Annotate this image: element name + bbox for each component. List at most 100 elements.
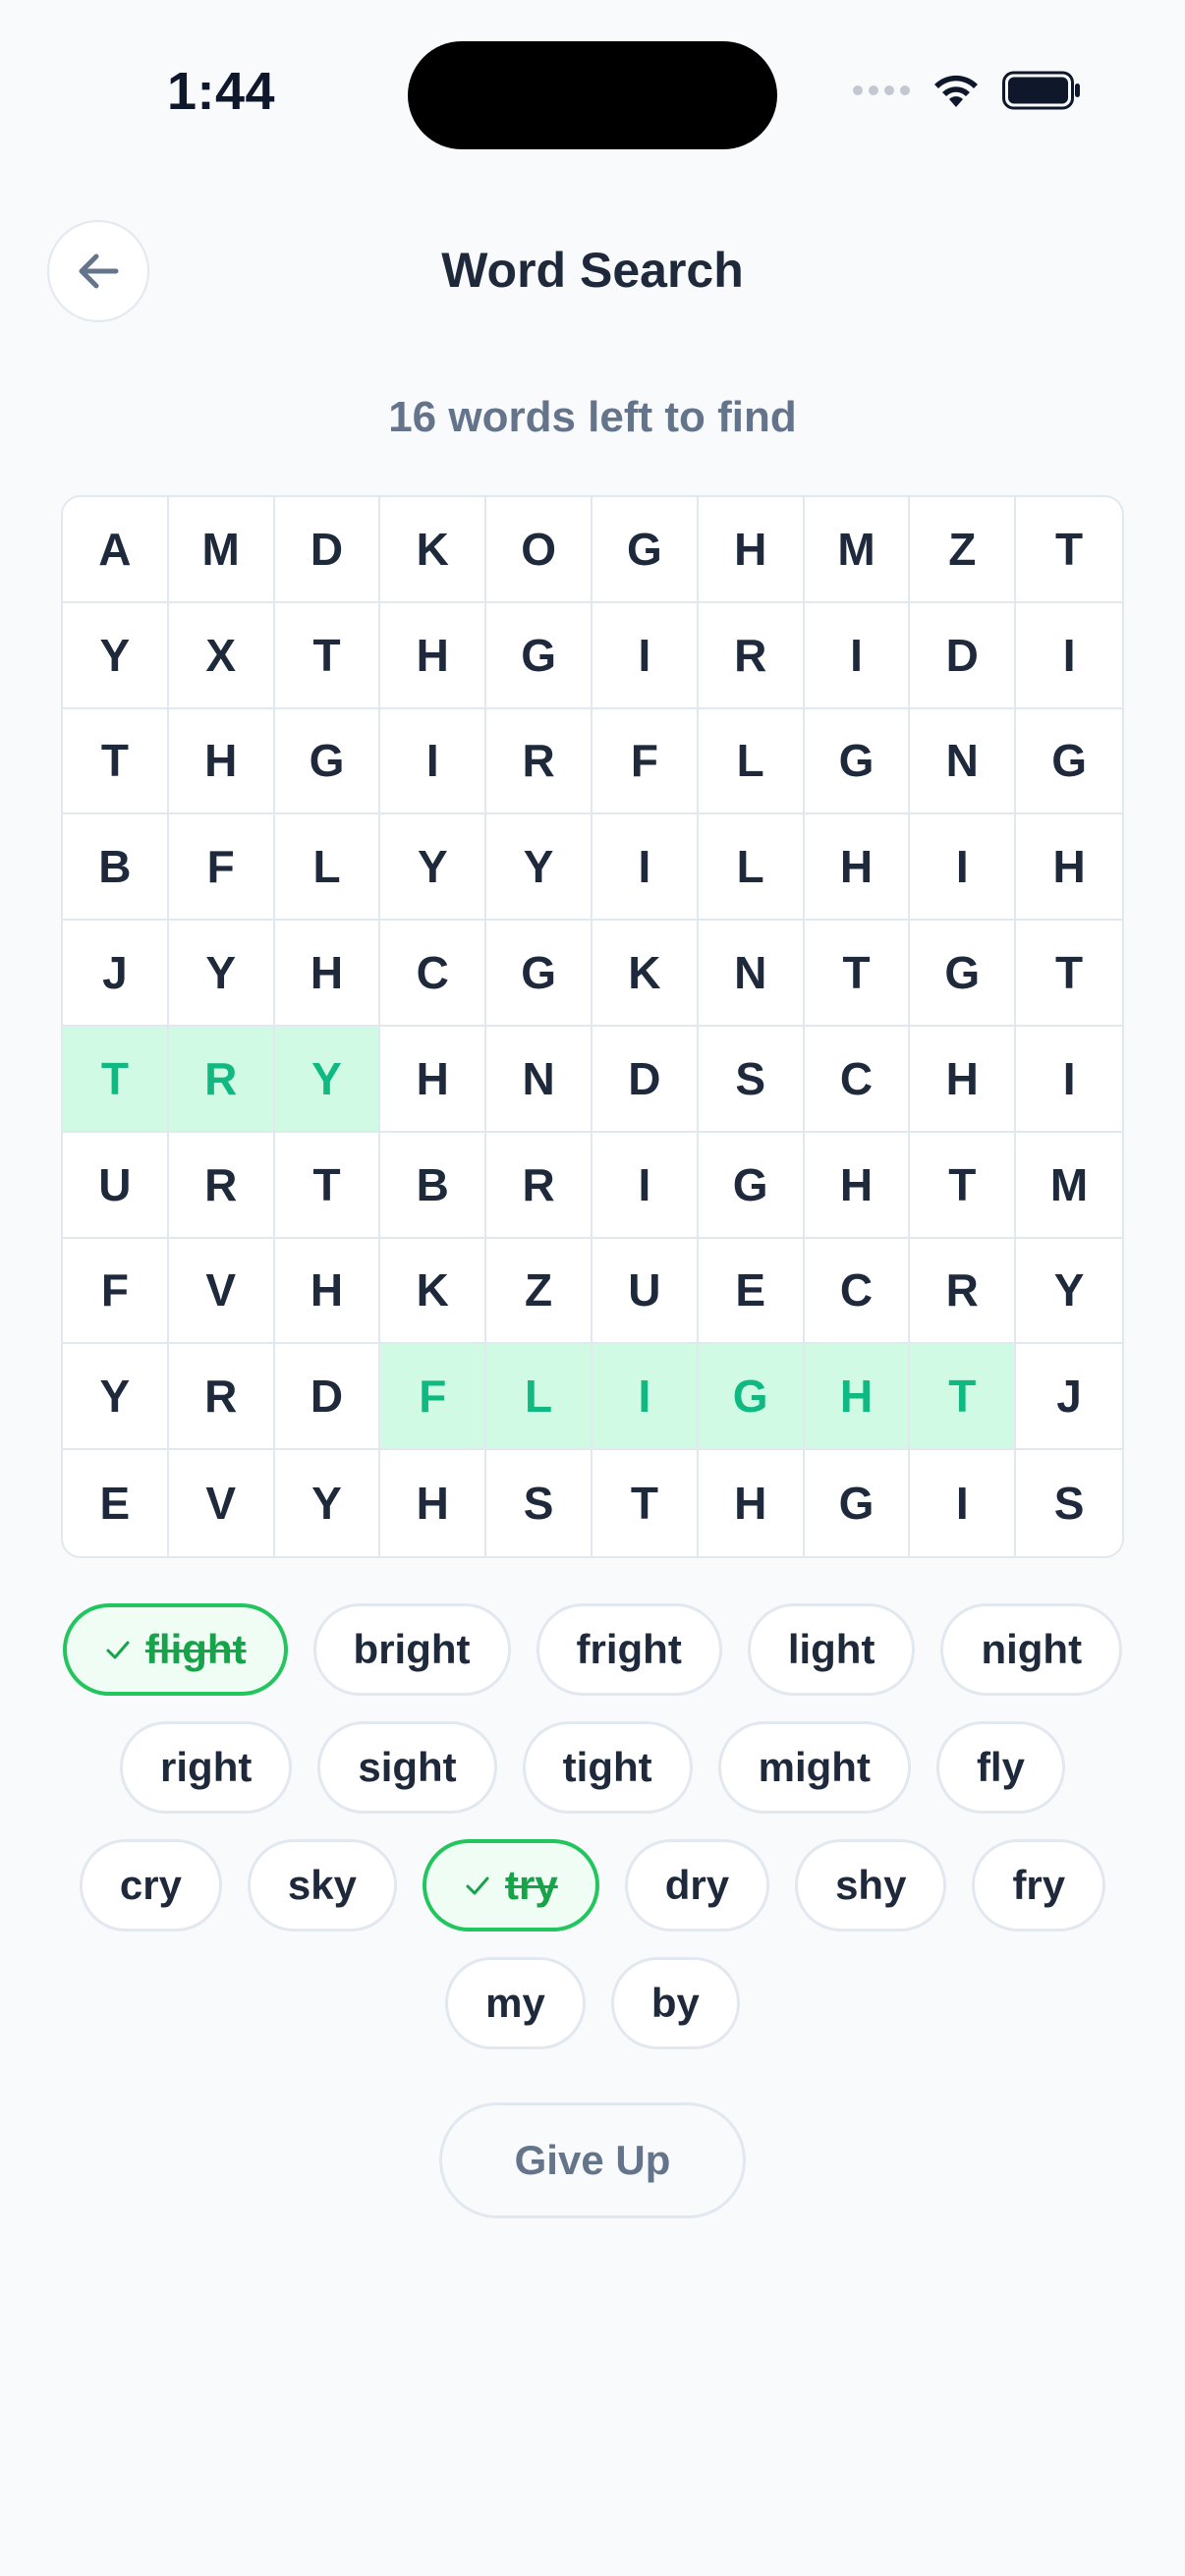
grid-cell[interactable]: D (592, 1027, 699, 1133)
grid-cell[interactable]: G (698, 1344, 805, 1451)
grid-cell[interactable]: I (592, 1132, 699, 1239)
grid-cell[interactable]: E (63, 1450, 169, 1556)
grid-cell[interactable]: F (592, 708, 699, 815)
grid-cell[interactable]: G (805, 1450, 911, 1556)
grid-cell[interactable]: T (1016, 497, 1122, 603)
grid-cell[interactable]: J (63, 921, 169, 1027)
grid-cell[interactable]: G (486, 921, 592, 1027)
grid-cell[interactable]: N (486, 1027, 592, 1133)
grid-cell[interactable]: G (804, 708, 911, 815)
grid-cell[interactable]: H (274, 1238, 381, 1345)
grid-cell[interactable]: G (910, 921, 1017, 1027)
grid-cell[interactable]: T (63, 1027, 169, 1133)
grid-cell[interactable]: C (804, 1027, 911, 1133)
grid-cell[interactable]: I (804, 602, 911, 709)
grid-cell[interactable]: I (1016, 1027, 1122, 1133)
grid-cell[interactable]: T (1016, 921, 1122, 1027)
grid-cell[interactable]: R (486, 708, 592, 815)
grid-cell[interactable]: C (380, 921, 487, 1027)
grid-cell[interactable]: H (804, 1344, 911, 1451)
grid-cell[interactable]: U (63, 1132, 169, 1239)
grid-cell[interactable]: T (910, 1132, 1017, 1239)
grid-cell[interactable]: Y (168, 921, 275, 1027)
grid-cell[interactable]: T (804, 921, 911, 1027)
grid-cell[interactable]: Z (910, 497, 1017, 603)
grid-cell[interactable]: R (486, 1132, 592, 1239)
grid-cell[interactable]: E (698, 1238, 805, 1345)
grid-cell[interactable]: L (698, 814, 805, 922)
grid-cell[interactable]: H (910, 1027, 1017, 1133)
grid-cell[interactable]: M (168, 497, 275, 603)
grid-cell[interactable]: F (168, 814, 275, 922)
grid-cell[interactable]: Y (274, 1027, 381, 1133)
grid-cell[interactable]: Y (486, 814, 592, 922)
grid-cell[interactable]: Y (1016, 1239, 1122, 1345)
grid-cell[interactable]: K (380, 497, 487, 603)
give-up-button[interactable]: Give Up (439, 2102, 746, 2218)
grid-cell[interactable]: B (63, 814, 169, 922)
grid-cell[interactable]: S (1016, 1450, 1122, 1556)
grid-cell[interactable]: G (486, 602, 592, 709)
grid-cell[interactable]: Z (486, 1238, 592, 1345)
grid-cell[interactable]: Y (380, 814, 487, 922)
grid-cell[interactable]: A (63, 497, 169, 603)
grid-cell[interactable]: T (910, 1344, 1017, 1451)
grid-cell[interactable]: F (63, 1238, 169, 1345)
grid-cell[interactable]: V (169, 1450, 275, 1556)
grid-cell[interactable]: V (168, 1238, 275, 1345)
grid-cell[interactable]: H (804, 1132, 911, 1239)
grid-cell[interactable]: I (1016, 603, 1122, 709)
grid-cell[interactable]: I (592, 1344, 699, 1451)
grid-cell[interactable]: T (274, 602, 381, 709)
grid-cell[interactable]: H (698, 497, 805, 603)
grid-cell[interactable]: M (1016, 1133, 1122, 1239)
grid-cell[interactable]: J (1016, 1344, 1122, 1451)
grid-cell[interactable]: H (804, 814, 911, 922)
grid-cell[interactable]: R (168, 1344, 275, 1451)
grid-cell[interactable]: Y (275, 1450, 381, 1556)
grid-cell[interactable]: Y (63, 1344, 169, 1451)
grid-cell[interactable]: G (698, 1132, 805, 1239)
grid-cell[interactable]: R (168, 1132, 275, 1239)
grid-cell[interactable]: G (274, 708, 381, 815)
grid-cell[interactable]: R (168, 1027, 275, 1133)
grid-cell[interactable]: R (698, 602, 805, 709)
grid-cell[interactable]: L (274, 814, 381, 922)
grid-cell[interactable]: H (380, 1450, 487, 1556)
grid-cell[interactable]: D (910, 602, 1017, 709)
grid-cell[interactable]: C (804, 1238, 911, 1345)
grid-cell[interactable]: R (910, 1238, 1017, 1345)
grid-cell[interactable]: I (910, 1450, 1017, 1556)
grid-cell[interactable]: L (698, 708, 805, 815)
grid-cell[interactable]: O (486, 497, 592, 603)
grid-cell[interactable]: X (168, 602, 275, 709)
grid-cell[interactable]: N (910, 708, 1017, 815)
grid-cell[interactable]: S (486, 1450, 592, 1556)
letter-grid[interactable]: AMDKOGHMZTYXTHGIRIDITHGIRFLGNGBFLYYILHIH… (61, 495, 1124, 1558)
grid-cell[interactable]: L (486, 1344, 592, 1451)
grid-cell[interactable]: G (592, 497, 699, 603)
grid-cell[interactable]: H (380, 602, 487, 709)
grid-cell[interactable]: M (804, 497, 911, 603)
grid-cell[interactable]: F (380, 1344, 487, 1451)
grid-cell[interactable]: I (910, 814, 1017, 922)
grid-cell[interactable]: D (274, 497, 381, 603)
grid-cell[interactable]: H (1016, 814, 1122, 922)
grid-cell[interactable]: T (63, 708, 169, 815)
grid-cell[interactable]: S (698, 1027, 805, 1133)
grid-cell[interactable]: Y (63, 602, 169, 709)
grid-cell[interactable]: T (592, 1450, 699, 1556)
grid-cell[interactable]: H (699, 1450, 805, 1556)
grid-cell[interactable]: H (274, 921, 381, 1027)
grid-cell[interactable]: K (592, 921, 699, 1027)
grid-cell[interactable]: I (592, 602, 699, 709)
grid-cell[interactable]: H (380, 1027, 487, 1133)
grid-cell[interactable]: H (168, 708, 275, 815)
grid-cell[interactable]: U (592, 1238, 699, 1345)
grid-cell[interactable]: T (274, 1132, 381, 1239)
grid-cell[interactable]: G (1016, 709, 1122, 815)
grid-cell[interactable]: I (380, 708, 487, 815)
grid-cell[interactable]: I (592, 814, 699, 922)
grid-cell[interactable]: N (698, 921, 805, 1027)
grid-cell[interactable]: D (274, 1344, 381, 1451)
